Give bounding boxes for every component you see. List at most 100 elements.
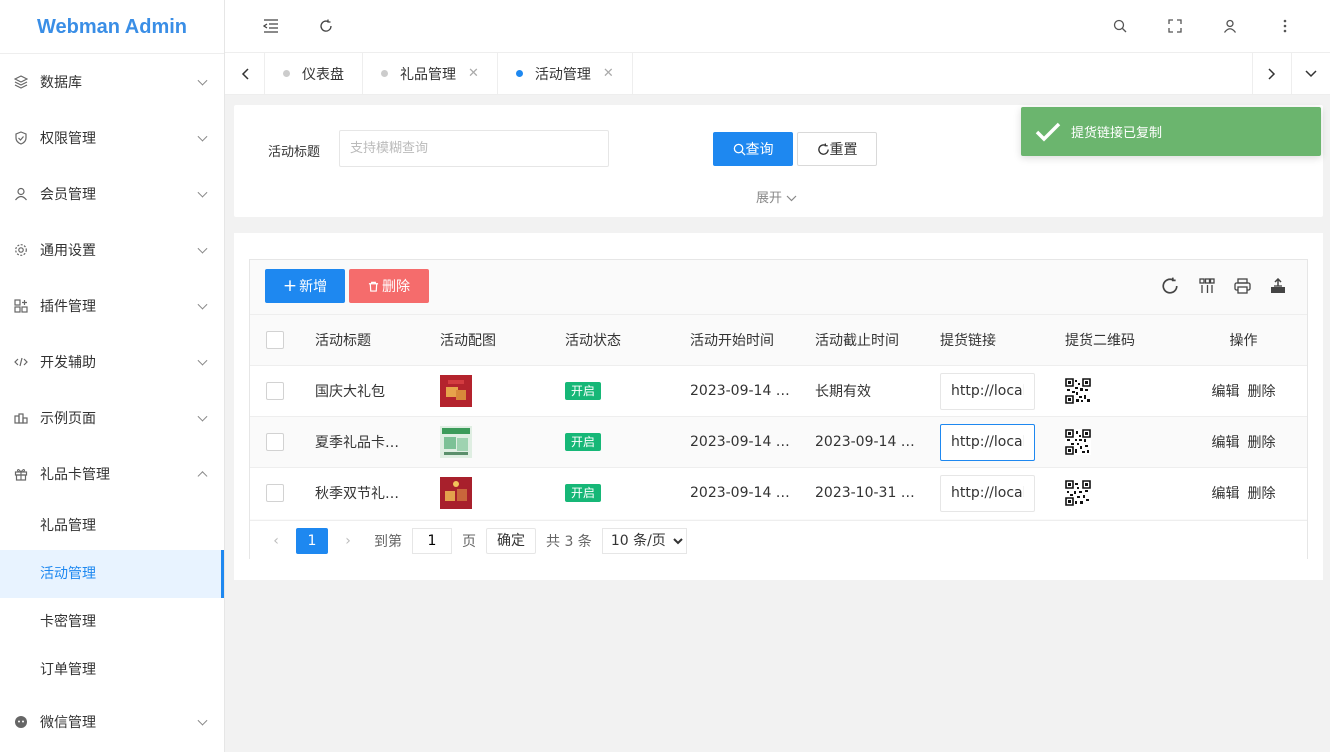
activities-table: 活动标题 活动配图 活动状态 活动开始时间 活动截止时间 提货链接 提货二维码 …: [250, 314, 1307, 519]
chevron-down-icon: [786, 195, 797, 202]
end-time: 2023-10-31 …: [815, 485, 915, 502]
print-icon[interactable]: [1232, 276, 1252, 296]
pickup-link-field[interactable]: [940, 372, 1035, 410]
tab-dropdown-button[interactable]: [1291, 53, 1330, 94]
delete-link[interactable]: 删除: [1248, 486, 1276, 502]
column-header[interactable]: 提货链接: [930, 314, 1055, 366]
app-logo[interactable]: Webman Admin: [0, 0, 224, 54]
edit-link[interactable]: 编辑: [1212, 384, 1240, 400]
gift-icon: [14, 467, 28, 481]
add-button[interactable]: + 新增: [265, 269, 345, 303]
sidebar-item-settings[interactable]: 通用设置: [0, 222, 224, 278]
pickup-link-field[interactable]: [940, 423, 1035, 461]
refresh-icon[interactable]: [314, 14, 338, 38]
collapse-menu-icon[interactable]: [259, 14, 283, 38]
more-vertical-icon[interactable]: [1273, 14, 1297, 38]
user-icon: [14, 187, 28, 201]
column-header[interactable]: 活动截止时间: [805, 314, 930, 366]
tab-scroll-left-button[interactable]: [225, 53, 265, 94]
edit-link[interactable]: 编辑: [1212, 435, 1240, 451]
user-profile-icon[interactable]: [1218, 14, 1242, 38]
delete-link[interactable]: 删除: [1248, 384, 1276, 400]
export-icon[interactable]: [1268, 276, 1288, 296]
expand-toggle[interactable]: 展开: [756, 187, 797, 206]
close-icon[interactable]: ✕: [603, 66, 614, 81]
sidebar-item-examples[interactable]: 示例页面: [0, 390, 224, 446]
tab-gifts[interactable]: 礼品管理 ✕: [363, 53, 498, 94]
row-checkbox[interactable]: [266, 484, 284, 503]
reset-button-label: 重置: [829, 142, 858, 158]
wechat-icon: [14, 715, 28, 729]
delete-link[interactable]: 删除: [1248, 435, 1276, 451]
search-icon[interactable]: [1108, 14, 1132, 38]
tab-label: 礼品管理: [400, 66, 456, 83]
chevron-down-icon: [197, 411, 208, 422]
goto-page-input[interactable]: [412, 527, 452, 554]
submenu-item-card-keys[interactable]: 卡密管理: [0, 598, 224, 646]
sidebar-item-members[interactable]: 会员管理: [0, 166, 224, 222]
sidebar-item-dev-tools[interactable]: 开发辅助: [0, 334, 224, 390]
query-button-label: 查询: [745, 142, 774, 158]
close-icon[interactable]: ✕: [468, 66, 479, 81]
fullscreen-icon[interactable]: [1163, 14, 1187, 38]
qrcode-image[interactable]: [1065, 429, 1091, 455]
tab-scroll-right-button[interactable]: [1252, 53, 1291, 94]
sidebar-item-plugins[interactable]: 插件管理: [0, 278, 224, 334]
activity-image[interactable]: [440, 426, 472, 458]
goto-suffix: 页: [462, 533, 476, 550]
submenu-item-activities[interactable]: 活动管理: [0, 550, 224, 598]
submenu-item-orders[interactable]: 订单管理: [0, 646, 224, 694]
chevron-down-icon: [197, 355, 208, 366]
refresh-table-icon[interactable]: [1160, 276, 1180, 296]
activity-image[interactable]: [440, 477, 472, 510]
page-size-select[interactable]: 10 条/页: [601, 527, 687, 554]
end-time: 长期有效: [815, 384, 871, 400]
columns-filter-icon[interactable]: [1197, 276, 1217, 296]
checkmark-icon: [1035, 122, 1061, 141]
activity-image[interactable]: [440, 375, 472, 407]
qrcode-image[interactable]: [1065, 378, 1091, 404]
sidebar-item-wechat[interactable]: 微信管理: [0, 694, 224, 750]
sidebar-item-database[interactable]: 数据库: [0, 54, 224, 110]
page-number-current[interactable]: 1: [296, 527, 328, 554]
qrcode-image[interactable]: [1065, 480, 1091, 507]
activity-title: 秋季双节礼…: [315, 486, 399, 503]
chevron-down-icon: [197, 243, 208, 254]
sidebar-item-gift-cards[interactable]: 礼品卡管理: [0, 446, 224, 502]
search-title-input[interactable]: [339, 130, 609, 167]
chevron-down-icon: [197, 187, 208, 198]
chevron-down-icon: [197, 131, 208, 142]
row-checkbox[interactable]: [266, 433, 284, 451]
gear-icon: [14, 243, 28, 257]
column-header[interactable]: 活动开始时间: [680, 314, 805, 366]
sidebar-item-permissions[interactable]: 权限管理: [0, 110, 224, 166]
row-checkbox[interactable]: [266, 382, 284, 400]
column-header[interactable]: 提货二维码: [1055, 314, 1180, 366]
trash-icon: [368, 281, 379, 292]
column-header[interactable]: 操作: [1180, 314, 1307, 366]
success-toast: 提货链接已复制: [1021, 107, 1321, 156]
next-page-icon[interactable]: ›: [336, 533, 360, 549]
select-all-checkbox[interactable]: [266, 331, 284, 349]
tab-dashboard[interactable]: 仪表盘: [265, 53, 363, 94]
pickup-link-field[interactable]: [940, 474, 1035, 512]
column-header[interactable]: 活动标题: [305, 314, 430, 366]
sidebar-item-label: 数据库: [40, 75, 82, 91]
query-button[interactable]: 查询: [713, 132, 793, 166]
batch-delete-button[interactable]: 删除: [349, 269, 429, 303]
plus-icon: +: [282, 276, 298, 296]
prev-page-icon[interactable]: ‹: [264, 533, 288, 549]
tab-activities[interactable]: 活动管理 ✕: [498, 53, 633, 94]
table-row: 秋季双节礼… 开启 2023-09-14 … 2023-10-31 … 编辑删除: [250, 467, 1307, 519]
database-icon: [14, 75, 28, 89]
column-header[interactable]: 活动配图: [430, 314, 555, 366]
total-count: 共 3 条: [546, 533, 592, 550]
chevron-down-icon: [197, 75, 208, 86]
column-header[interactable]: 活动状态: [555, 314, 680, 366]
reset-button[interactable]: 重置: [797, 132, 877, 166]
goto-confirm-button[interactable]: 确定: [486, 527, 536, 554]
edit-link[interactable]: 编辑: [1212, 486, 1240, 502]
submenu-item-gifts[interactable]: 礼品管理: [0, 502, 224, 550]
status-badge: 开启: [565, 382, 602, 400]
refresh-icon: [817, 142, 829, 155]
